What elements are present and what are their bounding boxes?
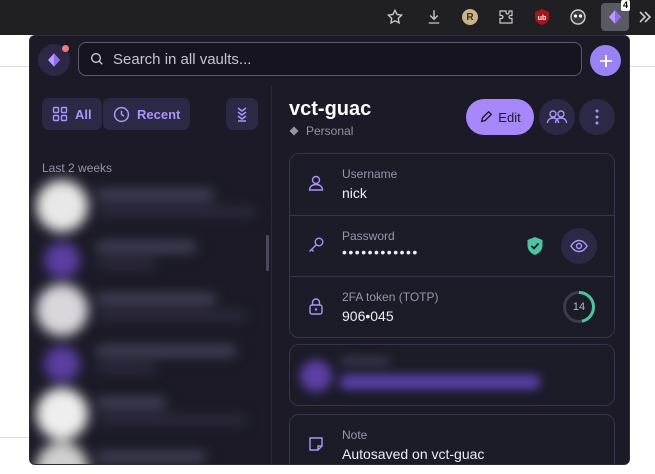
kebab-icon bbox=[595, 109, 599, 125]
password-row[interactable]: Password •••••••••••• bbox=[290, 215, 614, 276]
sort-chevrons-icon bbox=[237, 107, 247, 122]
item-avatar bbox=[36, 388, 88, 440]
app-logo[interactable] bbox=[38, 44, 70, 76]
password-manager-popup: All Recent Last 2 weeks bbox=[29, 35, 630, 465]
password-value[interactable]: •••••••••••• bbox=[342, 244, 419, 260]
clock-icon bbox=[113, 106, 130, 122]
item-subtitle-placeholder bbox=[96, 260, 156, 268]
vault-label: Personal bbox=[289, 124, 353, 138]
download-icon[interactable] bbox=[422, 5, 446, 29]
note-icon bbox=[309, 437, 323, 451]
blurred-content bbox=[290, 345, 614, 405]
scrollbar-thumb[interactable] bbox=[266, 235, 269, 271]
username-value[interactable]: nick bbox=[342, 185, 367, 201]
totp-row[interactable]: 2FA token (TOTP) 906•045 14 bbox=[290, 276, 614, 337]
totp-value[interactable]: 906•045 bbox=[342, 308, 394, 324]
item-title-placeholder bbox=[96, 398, 166, 408]
edit-label: Edit bbox=[498, 109, 521, 125]
item-title-placeholder bbox=[96, 190, 214, 200]
item-avatar bbox=[44, 346, 80, 382]
blurred-line bbox=[340, 357, 390, 365]
password-label: Password bbox=[342, 229, 395, 243]
extension-badge: 4 bbox=[620, 0, 630, 11]
username-label: Username bbox=[342, 167, 398, 181]
item-avatar bbox=[36, 442, 88, 464]
share-button[interactable] bbox=[539, 99, 575, 135]
key-icon bbox=[309, 237, 324, 252]
plus-icon bbox=[599, 54, 612, 67]
item-subtitle-placeholder bbox=[96, 416, 246, 424]
item-title: vct-guac bbox=[289, 98, 372, 120]
list-item[interactable] bbox=[36, 228, 266, 284]
list-item[interactable] bbox=[36, 176, 266, 232]
more-options-button[interactable] bbox=[579, 99, 615, 135]
sort-button[interactable] bbox=[226, 98, 258, 130]
blurred-avatar bbox=[300, 360, 332, 392]
filter-all-label: All bbox=[75, 106, 92, 122]
item-avatar bbox=[36, 284, 88, 336]
vault-icon bbox=[289, 126, 299, 136]
eye-icon bbox=[570, 239, 588, 253]
search-icon bbox=[91, 53, 103, 65]
list-item[interactable] bbox=[36, 384, 266, 440]
svg-text:ub: ub bbox=[538, 15, 547, 22]
edit-button[interactable]: Edit bbox=[466, 99, 534, 135]
bookmark-star-icon[interactable] bbox=[383, 5, 407, 29]
list-item[interactable] bbox=[36, 332, 266, 388]
item-avatar bbox=[44, 242, 80, 278]
shield-check-icon bbox=[527, 237, 543, 255]
filter-all-button[interactable]: All bbox=[42, 98, 102, 130]
item-title-placeholder bbox=[96, 242, 196, 252]
item-subtitle-placeholder bbox=[96, 312, 246, 320]
proton-pass-extension-icon[interactable]: 4 bbox=[601, 0, 630, 31]
list-item[interactable] bbox=[36, 438, 266, 464]
lock-icon bbox=[309, 298, 323, 315]
profile-initial: R bbox=[462, 9, 478, 25]
filter-recent-label: Recent bbox=[137, 106, 181, 122]
totp-seconds: 14 bbox=[572, 301, 586, 313]
browser-toolbar: R ub 4 bbox=[0, 0, 655, 35]
item-title-placeholder bbox=[96, 452, 206, 462]
totp-label: 2FA token (TOTP) bbox=[342, 290, 439, 304]
tampermonkey-icon[interactable] bbox=[566, 5, 590, 29]
users-icon bbox=[546, 110, 568, 124]
note-label: Note bbox=[342, 428, 368, 442]
user-icon bbox=[308, 175, 324, 191]
item-list bbox=[30, 176, 272, 464]
notification-dot bbox=[62, 45, 69, 52]
popup-header bbox=[30, 36, 629, 86]
item-title-placeholder bbox=[96, 294, 216, 304]
search-input[interactable] bbox=[113, 50, 553, 68]
page-divider bbox=[0, 437, 30, 438]
ublock-icon[interactable]: ub bbox=[530, 5, 554, 29]
search-bar[interactable] bbox=[78, 42, 582, 76]
section-label: Last 2 weeks bbox=[42, 161, 113, 175]
reveal-password-button[interactable] bbox=[561, 228, 597, 264]
login-fields-card: Username nick Password •••••••••••• 2FA … bbox=[289, 153, 615, 338]
note-value[interactable]: Autosaved on vct-guac bbox=[342, 446, 484, 462]
pencil-icon bbox=[481, 110, 493, 123]
username-row[interactable]: Username nick bbox=[290, 154, 614, 215]
item-detail-pane: vct-guac Personal Edit Username nick Pas… bbox=[273, 86, 629, 464]
vault-name: Personal bbox=[306, 124, 354, 138]
item-avatar bbox=[36, 180, 88, 232]
grid-icon bbox=[52, 106, 68, 122]
profile-avatar[interactable]: R bbox=[458, 5, 482, 29]
item-title-placeholder bbox=[96, 346, 236, 356]
note-row[interactable]: Note Autosaved on vct-guac bbox=[290, 415, 614, 464]
item-list-pane: All Recent Last 2 weeks bbox=[30, 86, 272, 464]
create-item-button[interactable] bbox=[590, 45, 621, 76]
blurred-line bbox=[340, 375, 540, 389]
item-subtitle-placeholder bbox=[96, 364, 156, 372]
item-subtitle-placeholder bbox=[96, 208, 256, 216]
hidden-field-card bbox=[289, 344, 615, 406]
extensions-puzzle-icon[interactable] bbox=[494, 5, 518, 29]
note-card: Note Autosaved on vct-guac bbox=[289, 414, 615, 464]
list-item[interactable] bbox=[36, 280, 266, 336]
filter-recent-button[interactable]: Recent bbox=[103, 98, 191, 130]
overflow-chevrons-icon[interactable] bbox=[636, 5, 654, 29]
